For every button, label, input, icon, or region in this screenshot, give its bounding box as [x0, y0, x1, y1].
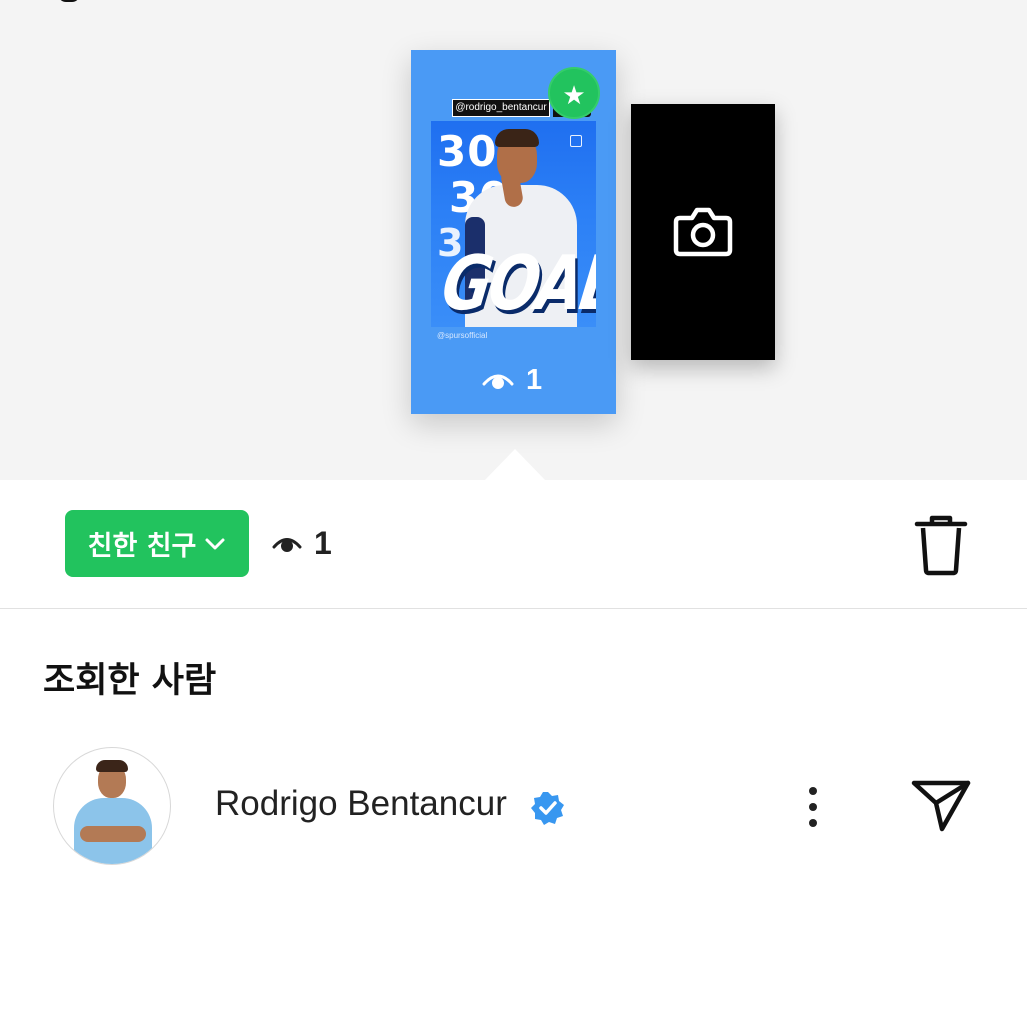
selected-story-pointer	[484, 449, 546, 481]
view-count-value: 1	[314, 525, 332, 561]
story-image-credit: @spursofficial	[437, 331, 488, 340]
section-divider	[0, 608, 1027, 609]
story-thumbnail-views: 1	[482, 364, 542, 397]
star-icon: ★	[548, 67, 600, 119]
view-count[interactable]: 1	[272, 525, 332, 562]
send-icon[interactable]	[910, 777, 972, 833]
avatar-hair	[96, 760, 128, 772]
story-corner-icon	[570, 135, 582, 147]
story-image-number: 30	[437, 127, 498, 176]
avatar[interactable]	[53, 747, 171, 865]
story-thumbnail-view-count: 1	[526, 364, 543, 396]
more-options-icon[interactable]	[800, 784, 826, 830]
chevron-down-icon	[205, 538, 225, 549]
eye-icon	[272, 537, 302, 552]
story-image-headline: GOAL!	[436, 240, 596, 327]
camera-icon[interactable]	[672, 200, 734, 262]
player-hair	[495, 129, 539, 147]
viewer-name[interactable]: Rodrigo Bentancur	[215, 784, 507, 824]
viewers-heading: 조회한 사람	[43, 661, 217, 701]
eye-icon	[482, 374, 514, 389]
mention-sticker: @rodrigo_bentancur	[452, 99, 550, 117]
avatar-figure-arms	[80, 826, 146, 842]
trash-icon[interactable]	[913, 514, 969, 576]
close-friends-label: 친한 친구	[87, 531, 197, 562]
verified-badge-icon	[531, 792, 564, 825]
story-image: 30 30 3 GOAL!	[431, 121, 596, 327]
close-friends-button[interactable]: 친한 친구	[65, 510, 249, 577]
